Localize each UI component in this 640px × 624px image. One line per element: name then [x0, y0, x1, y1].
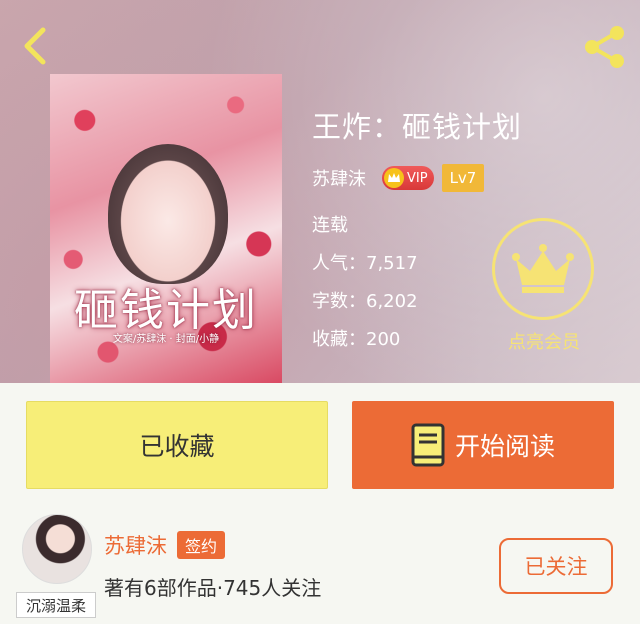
book-author[interactable]: 苏肆沫	[312, 165, 366, 191]
signed-badge: 签约	[177, 531, 226, 559]
vip-badge: VIP	[382, 166, 434, 190]
cover-portrait	[108, 144, 228, 284]
book-cover[interactable]: 砸钱计划 文案/苏肆沫 · 封面/小静	[50, 74, 282, 383]
share-button[interactable]	[578, 22, 630, 72]
author-name[interactable]: 苏肆沫	[104, 530, 167, 560]
cover-credit: 文案/苏肆沫 · 封面/小静	[112, 334, 220, 345]
vip-crown-icon	[384, 168, 404, 188]
start-reading-button[interactable]: 开始阅读	[352, 401, 614, 489]
popularity-stat: 人气：7,517	[312, 253, 418, 274]
book-header: 砸钱计划 文案/苏肆沫 · 封面/小静 王炸：砸钱计划 苏肆沫 VIP Lv7 …	[0, 0, 640, 383]
cover-title: 砸钱计划	[74, 285, 258, 336]
start-reading-label: 开始阅读	[454, 432, 555, 461]
member-label: 点亮会员	[508, 332, 580, 353]
author-row: 苏肆沫 VIP Lv7	[312, 163, 485, 193]
back-button[interactable]	[14, 24, 54, 68]
vip-label: VIP	[407, 170, 428, 186]
author-description: 著有6部作品·745人关注	[104, 576, 322, 600]
share-icon	[585, 26, 624, 68]
favorites-stat: 收藏：200	[312, 329, 401, 350]
word-count-stat: 字数：6,202	[312, 291, 418, 312]
collected-button[interactable]: 已收藏	[26, 401, 328, 489]
level-badge: Lv7	[441, 164, 485, 192]
collected-label: 已收藏	[139, 432, 215, 461]
chevron-left-icon	[24, 27, 46, 65]
member-button[interactable]: 点亮会员	[492, 218, 596, 354]
book-icon	[411, 423, 445, 467]
follow-label: 已关注	[524, 555, 588, 579]
serial-status: 连载	[312, 215, 348, 236]
follow-button[interactable]: 已关注	[499, 538, 613, 594]
author-avatar[interactable]	[22, 514, 92, 584]
book-title: 王炸：砸钱计划	[312, 110, 523, 144]
author-info: 苏肆沫 签约	[104, 530, 226, 560]
crown-icon	[512, 244, 574, 293]
avatar-caption: 沉溺温柔	[16, 592, 96, 618]
member-ring	[492, 218, 594, 320]
book-stats: 连载 人气：7,517 字数：6,202 收藏：200	[312, 212, 418, 364]
